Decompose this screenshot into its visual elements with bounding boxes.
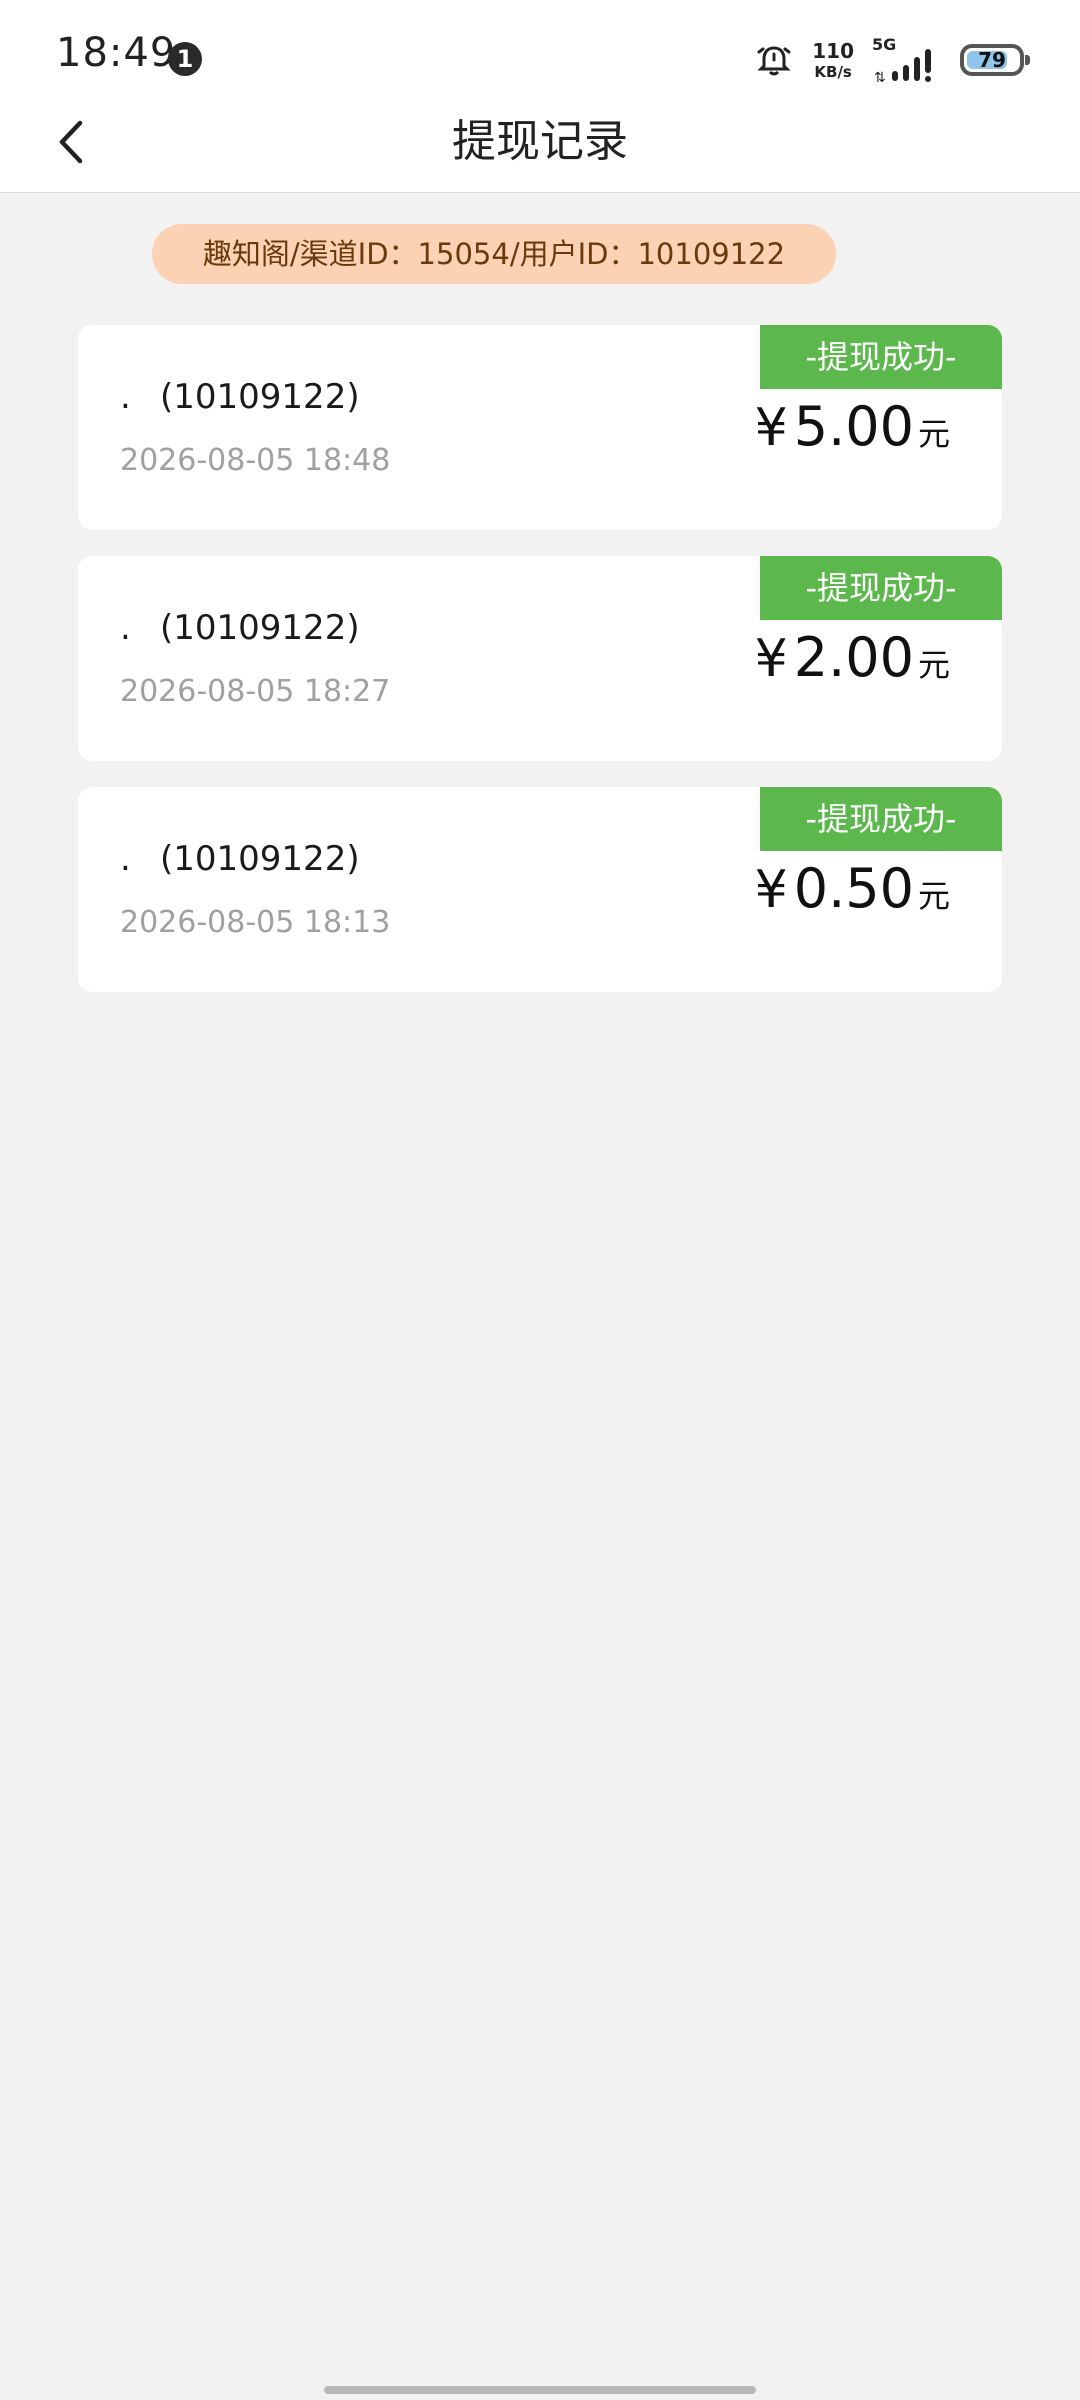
- battery-level: 79: [978, 48, 1006, 72]
- withdrawal-record[interactable]: . (10109122) 2026-08-05 18:13 -提现成功- ¥ 0.…: [78, 787, 1002, 992]
- home-indicator[interactable]: [324, 2386, 756, 2394]
- withdrawal-record[interactable]: . (10109122) 2026-08-05 18:48 -提现成功- ¥ 5.…: [78, 325, 1002, 530]
- record-bullet: .: [120, 839, 131, 879]
- alarm-icon: [754, 40, 794, 80]
- amount-value: 0.50: [793, 857, 914, 920]
- record-user-id: (10109122): [160, 839, 360, 879]
- record-time: 2026-08-05 18:48: [120, 443, 391, 478]
- status-badge: -提现成功-: [760, 325, 1002, 389]
- currency-symbol: ¥: [754, 398, 788, 458]
- withdrawal-record-list: . (10109122) 2026-08-05 18:48 -提现成功- ¥ 5.…: [78, 325, 1002, 1018]
- data-arrows-icon: ⇅: [874, 70, 886, 86]
- record-user: . (10109122): [120, 608, 360, 648]
- record-time: 2026-08-05 18:13: [120, 905, 391, 940]
- record-user-id: (10109122): [160, 377, 360, 417]
- notification-badge: 1: [168, 42, 202, 76]
- record-bullet: .: [120, 377, 131, 417]
- page-title: 提现记录: [452, 116, 628, 167]
- record-bullet: .: [120, 608, 131, 648]
- channel-user-info: 趣知阁/渠道ID：15054/用户ID：10109122: [152, 224, 836, 284]
- amount-unit: 元: [917, 415, 950, 453]
- record-user: . (10109122): [120, 377, 360, 417]
- record-amount: ¥ 2.00 元: [755, 626, 950, 689]
- battery-icon: 79: [960, 44, 1030, 76]
- net-speed: 110 KB/s: [812, 41, 854, 80]
- page-header: 提现记录: [0, 92, 1080, 193]
- amount-value: 5.00: [793, 395, 914, 458]
- amount-value: 2.00: [793, 626, 914, 689]
- net-speed-value: 110: [812, 38, 854, 63]
- record-user: . (10109122): [120, 839, 360, 879]
- amount-unit: 元: [917, 877, 950, 915]
- status-time: 18:49: [56, 30, 177, 76]
- currency-symbol: ¥: [754, 860, 788, 920]
- status-badge: -提现成功-: [760, 787, 1002, 851]
- amount-unit: 元: [917, 646, 950, 684]
- record-time: 2026-08-05 18:27: [120, 674, 391, 709]
- signal-icon: 5G ⇅: [872, 35, 942, 85]
- battery-nub: [1025, 55, 1030, 65]
- record-amount: ¥ 0.50 元: [755, 857, 950, 920]
- net-speed-unit: KB/s: [814, 62, 852, 81]
- status-badge: -提现成功-: [760, 556, 1002, 620]
- status-icons: 110 KB/s 5G ⇅ 79: [754, 30, 1030, 90]
- withdrawal-record[interactable]: . (10109122) 2026-08-05 18:27 -提现成功- ¥ 2.…: [78, 556, 1002, 761]
- record-amount: ¥ 5.00 元: [755, 395, 950, 458]
- record-user-id: (10109122): [160, 608, 360, 648]
- currency-symbol: ¥: [754, 629, 788, 689]
